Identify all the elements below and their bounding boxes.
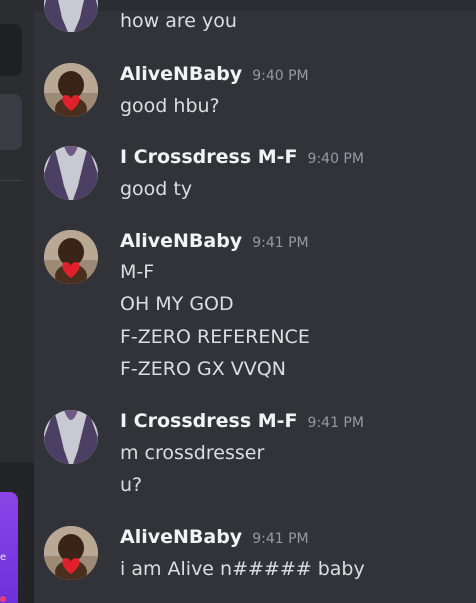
message-text: u? bbox=[120, 474, 143, 496]
message-header: AliveNBaby 9:41 PM bbox=[120, 230, 309, 252]
message-text: F-ZERO REFERENCE bbox=[120, 326, 310, 348]
server-sidebar: e bbox=[0, 0, 34, 603]
crossdress-avatar[interactable] bbox=[44, 0, 98, 32]
sidebar-channel-item-selected[interactable] bbox=[0, 94, 22, 150]
message-header: I Crossdress M-F 9:41 PM bbox=[120, 410, 364, 432]
message-text: F-ZERO GX VVQN bbox=[120, 358, 286, 380]
crossdress-avatar[interactable] bbox=[44, 410, 98, 464]
username[interactable]: AliveNBaby bbox=[120, 63, 242, 85]
message-text: good ty bbox=[120, 178, 193, 200]
username[interactable]: AliveNBaby bbox=[120, 526, 242, 548]
message-text: good hbu? bbox=[120, 95, 220, 117]
sidebar-divider bbox=[0, 180, 22, 181]
message-header: AliveNBaby 9:41 PM bbox=[120, 526, 309, 548]
timestamp[interactable]: 9:41 PM bbox=[308, 415, 364, 431]
username[interactable]: I Crossdress M-F bbox=[120, 410, 298, 432]
channel-header-edge bbox=[34, 0, 476, 11]
nitro-promo-text: e bbox=[0, 552, 7, 563]
message-text: m crossdresser bbox=[120, 442, 265, 464]
baby-avatar[interactable] bbox=[44, 230, 98, 284]
crossdress-avatar[interactable] bbox=[44, 146, 98, 200]
message-header: AliveNBaby 9:40 PM bbox=[120, 63, 309, 85]
username[interactable]: I Crossdress M-F bbox=[120, 146, 298, 168]
notification-dot bbox=[0, 596, 6, 602]
baby-avatar[interactable] bbox=[44, 526, 98, 580]
message-text: M-F bbox=[120, 261, 155, 283]
message-text: OH MY GOD bbox=[120, 293, 234, 315]
message-header: I Crossdress M-F 9:40 PM bbox=[120, 146, 364, 168]
message-text: how are you bbox=[120, 10, 237, 32]
baby-avatar[interactable] bbox=[44, 63, 98, 117]
nitro-promo-card[interactable]: e bbox=[0, 492, 18, 603]
timestamp[interactable]: 9:40 PM bbox=[252, 68, 308, 84]
username[interactable]: AliveNBaby bbox=[120, 230, 242, 252]
sidebar-channel-item[interactable] bbox=[0, 24, 22, 76]
timestamp[interactable]: 9:41 PM bbox=[252, 235, 308, 251]
timestamp[interactable]: 9:41 PM bbox=[252, 531, 308, 547]
timestamp[interactable]: 9:40 PM bbox=[308, 151, 364, 167]
message-text: i am Alive n##### baby bbox=[120, 558, 365, 580]
